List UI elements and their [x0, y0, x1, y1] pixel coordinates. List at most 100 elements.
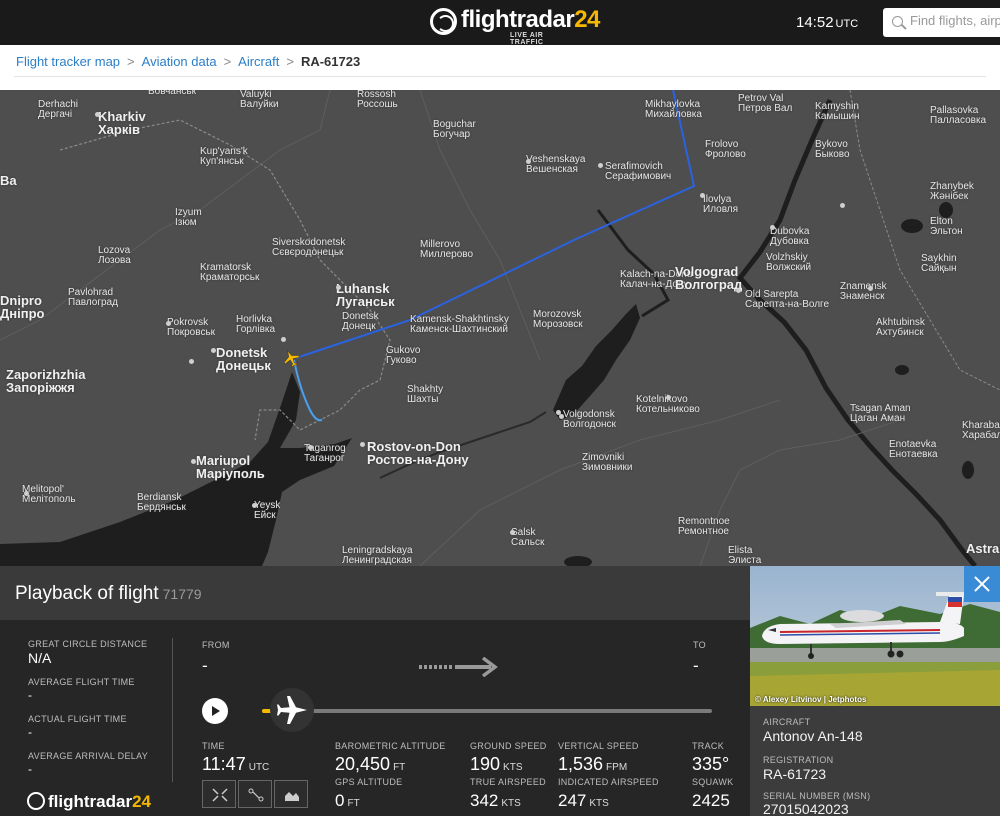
city-label: Leningradskaya Ленинградская	[342, 546, 413, 566]
city-name-local: Волгоград	[675, 277, 743, 292]
playback-title-bar: Playback of flight 71779	[0, 566, 750, 620]
city-name-local: Вешенская	[526, 164, 578, 175]
city-name-local: Ізюм	[175, 217, 197, 228]
breadcrumb-separator: >	[223, 54, 232, 69]
great-circle-distance-label: GREAT CIRCLE DISTANCE	[28, 639, 148, 649]
city-name-local: Михайловка	[645, 109, 702, 120]
search-input[interactable]	[910, 13, 1000, 28]
from-label: FROM	[202, 640, 230, 650]
city-name-local: Харків	[98, 122, 140, 137]
city-label: Berdiansk Бердянськ	[137, 493, 186, 513]
aircraft-info-panel: © Alexey Litvinov | Jetphotos AIRCRAFT A…	[750, 566, 1000, 816]
city-name-local: Павлоград	[68, 297, 118, 308]
city-name-local: Маріуполь	[196, 466, 265, 481]
average-arrival-delay-label: AVERAGE ARRIVAL DELAY	[28, 751, 149, 761]
city-label: Remontnoe Ремонтное	[678, 517, 730, 537]
registration-label: REGISTRATION	[763, 755, 834, 765]
squawk-label: SQUAWK	[692, 777, 734, 787]
city-label: Zimovniki Зимовники	[582, 453, 632, 473]
route-toggle-button[interactable]	[238, 780, 272, 808]
lake	[564, 556, 592, 566]
kazakhstan-border	[849, 90, 1000, 391]
city-label: Elton Эльтон	[930, 217, 963, 237]
panel-divider	[172, 638, 173, 782]
city-label: Dnipro Дніпро	[0, 294, 44, 320]
city-label: Luhansk Луганськ	[336, 282, 395, 308]
city-name-local: Камышин	[815, 111, 860, 122]
lake	[962, 461, 974, 479]
volga-river	[736, 98, 977, 566]
playback-slider-handle[interactable]	[269, 688, 314, 732]
search-icon	[892, 16, 903, 27]
flightradar-logo[interactable]: flightradar24 LIVE AIR TRAFFIC	[430, 6, 600, 46]
city-name-local: Мелітополь	[22, 494, 76, 505]
city-name-local: Каменск-Шахтинский	[410, 324, 508, 335]
lake	[895, 365, 909, 375]
city-name-local: Жәнібек	[930, 191, 969, 202]
city-name-local: Россошь	[357, 99, 398, 110]
city-name-en: Astrakhan	[966, 541, 1000, 556]
city-name-local: Дніпро	[0, 306, 45, 321]
gps-altitude-value: 0 FT	[335, 791, 360, 810]
altitude-graph-button[interactable]	[274, 780, 308, 808]
city-name-local: Харабали	[962, 430, 1000, 441]
serial-number-label: SERIAL NUMBER (MSN)	[763, 791, 871, 801]
city-name-local: Дергачі	[38, 109, 73, 120]
city-label: Kup'yans'k Куп'янськ	[200, 147, 248, 167]
city-name-local: Бердянськ	[137, 502, 186, 513]
city-label: Donetsk Донецк	[342, 312, 379, 332]
city-name-local: Палласовка	[930, 115, 987, 126]
city-label: Tsagan Aman Цаган Аман	[850, 404, 911, 424]
playback-panel: Playback of flight 71779 GREAT CIRCLE DIS…	[0, 566, 1000, 816]
breadcrumb-aviation-data[interactable]: Aviation data	[142, 54, 217, 69]
city-label: Zhanybek Жәнібек	[930, 182, 974, 202]
barometric-altitude-label: BAROMETRIC ALTITUDE	[335, 741, 446, 751]
aircraft-photo-image	[750, 566, 1000, 706]
ground-speed-label: GROUND SPEED	[470, 741, 547, 751]
playback-slider[interactable]	[262, 709, 712, 713]
city-dot	[281, 337, 286, 342]
route-arrow-icon	[419, 657, 498, 677]
aircraft-photo[interactable]: © Alexey Litvinov | Jetphotos	[750, 566, 1000, 706]
center-map-button[interactable]	[202, 780, 236, 808]
lake	[901, 219, 923, 233]
flightradar-page: flightradar24 LIVE AIR TRAFFIC 14:52 UTC …	[0, 0, 1000, 816]
city-label: Frolovo Фролово	[705, 140, 746, 160]
city-name-local: Миллерово	[420, 249, 474, 260]
flight-map[interactable]: Derhachi Дергачі Kharkiv Харків Valuyki Валуй…	[0, 90, 1000, 566]
aircraft-marker-icon[interactable]	[280, 347, 301, 369]
city-label: Dubovka Дубовка	[770, 227, 809, 247]
track-value: 335°	[692, 754, 730, 774]
city-name-local: Луганськ	[336, 294, 395, 309]
city-name-local: Лозова	[98, 255, 131, 266]
map-edge-label: Вовчанськ	[148, 90, 196, 97]
indicated-airspeed-value: 247 KTS	[558, 791, 609, 810]
breadcrumb-aircraft[interactable]: Aircraft	[238, 54, 279, 69]
logo-tagline: LIVE AIR TRAFFIC	[510, 32, 544, 46]
actual-flight-time-label: ACTUAL FLIGHT TIME	[28, 714, 127, 724]
breadcrumb-flight-tracker-map[interactable]: Flight tracker map	[16, 54, 120, 69]
city-label: Akhtubinsk Ахтубинск	[876, 318, 925, 338]
city-dot	[95, 112, 100, 117]
true-airspeed-label: TRUE AIRSPEED	[470, 777, 546, 787]
top-header: flightradar24 LIVE AIR TRAFFIC 14:52 UTC	[0, 0, 1000, 46]
route-icon	[248, 788, 264, 802]
close-panel-button[interactable]	[964, 566, 1000, 602]
to-label: TO	[693, 640, 706, 650]
radar-logo-icon	[430, 8, 457, 35]
footer-logo[interactable]: flightradar24	[27, 792, 151, 812]
search-box[interactable]	[883, 8, 1000, 37]
city-label: Pallasovka Палласовка	[930, 106, 986, 126]
city-label: Gukovo Гуково	[386, 346, 420, 366]
city-dot	[189, 359, 194, 364]
time-value: 11:47 UTC	[202, 754, 270, 774]
city-dot	[24, 491, 29, 496]
city-label: Siverskodonetsk Сєвєродонецьк	[272, 238, 345, 258]
city-name-local: Ленинградская	[342, 555, 412, 566]
city-name-local: Куп'янськ	[200, 156, 244, 167]
city-label: Kamyshin Камышин	[815, 102, 860, 122]
city-name-local: Быково	[815, 149, 850, 160]
play-button[interactable]	[202, 698, 228, 724]
graph-icon	[285, 792, 299, 801]
city-name-local: Ремонтное	[678, 526, 729, 537]
